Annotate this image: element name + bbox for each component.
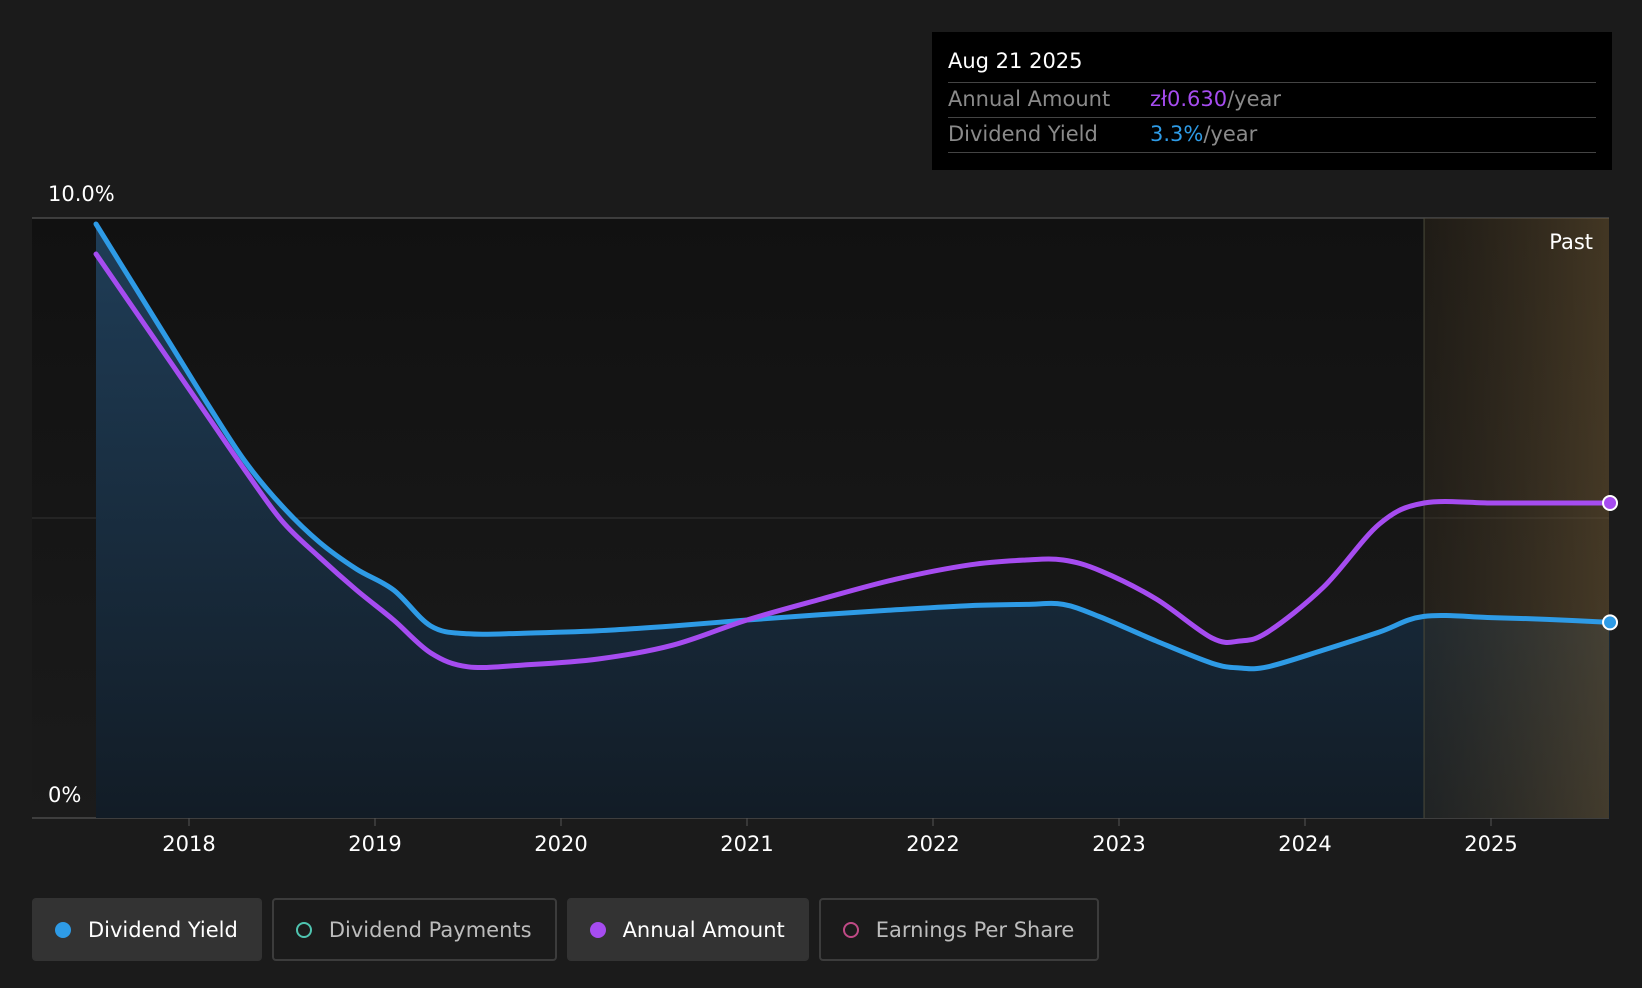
tooltip-unit: /year [1203,122,1258,146]
earnings-per-share-dot-icon [842,921,859,938]
tooltip-unit: /year [1227,87,1282,111]
legend-label: Annual Amount [622,917,785,942]
annual-amount-dot-icon [589,921,606,938]
tooltip-row-dividend-yield: Dividend Yield 3.3% /year [948,118,1596,153]
tooltip-value: zł0.630 [1150,87,1228,111]
tooltip-date: Aug 21 2025 [948,46,1596,83]
legend-item-earnings-per-share[interactable]: Earnings Per Share [818,898,1100,961]
x-tick-label: 2023 [1092,832,1145,856]
dividend-yield-end-marker [1602,614,1619,631]
x-tick-label: 2022 [906,832,959,856]
legend-label: Dividend Yield [88,917,238,942]
x-axis-ticks: 2018 2019 2020 2021 2022 2023 2024 2025 [162,818,1518,856]
x-tick-label: 2021 [720,832,773,856]
x-tick-label: 2024 [1278,832,1331,856]
tooltip-row-annual-amount: Annual Amount zł0.630 /year [948,83,1596,118]
tooltip-label: Annual Amount [948,87,1111,111]
dividend-yield-dot-icon [55,921,71,938]
legend-item-dividend-yield[interactable]: Dividend Yield [32,898,262,961]
y-axis-bottom-label: 0% [48,783,81,807]
legend-label: Earnings Per Share [875,917,1075,942]
tooltip-value: 3.3% [1150,122,1204,146]
dividend-payments-dot-icon [295,921,312,938]
past-region [1424,218,1609,818]
tooltip-label: Dividend Yield [948,122,1098,146]
chart-legend: Dividend Yield Dividend Payments Annual … [32,898,1100,961]
past-label: Past [1549,230,1593,254]
x-tick-label: 2025 [1464,832,1517,856]
y-axis-top-label: 10.0% [48,182,115,206]
hover-tooltip: Aug 21 2025 Annual Amount zł0.630 /year … [932,32,1612,170]
x-tick-label: 2019 [348,832,401,856]
legend-item-dividend-payments[interactable]: Dividend Payments [271,898,557,961]
annual-amount-end-marker [1602,495,1619,511]
legend-label: Dividend Payments [328,917,532,942]
legend-item-annual-amount[interactable]: Annual Amount [566,898,809,961]
x-tick-label: 2018 [162,832,215,856]
x-tick-label: 2020 [534,832,587,856]
